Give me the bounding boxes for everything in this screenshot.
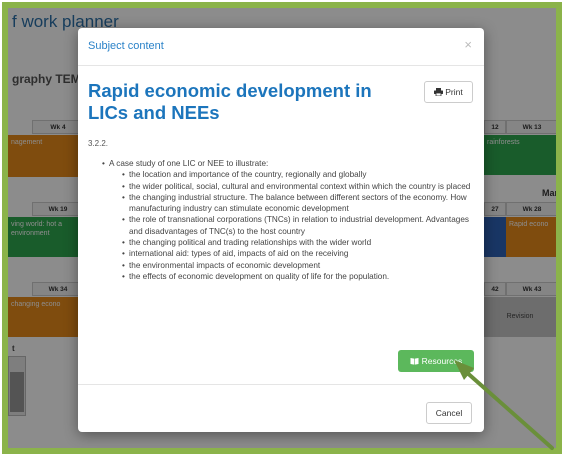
printer-icon	[434, 88, 444, 97]
list-item: the changing industrial structure. The b…	[122, 192, 472, 215]
spec-code: 3.2.2.	[88, 139, 109, 148]
intro-item: A case study of one LIC or NEE to illust…	[102, 158, 472, 170]
print-button[interactable]: Print	[424, 81, 473, 103]
resources-button[interactable]: Resources	[398, 350, 474, 372]
modal-header: Subject content ×	[78, 28, 484, 66]
list-item: the location and importance of the count…	[122, 169, 472, 181]
book-icon	[410, 358, 419, 365]
footer-divider	[78, 384, 484, 385]
sub-list: the location and importance of the count…	[102, 169, 472, 282]
list-item: the wider political, social, cultural an…	[122, 181, 472, 193]
resources-label: Resources	[421, 356, 463, 366]
topic-heading: Rapid economic development in LICs and N…	[88, 80, 372, 123]
subject-content-modal: Subject content × Rapid economic develop…	[78, 28, 484, 432]
close-icon[interactable]: ×	[464, 37, 472, 52]
list-item: international aid: types of aid, impacts…	[122, 248, 472, 260]
list-item: the effects of economic development on q…	[122, 271, 472, 283]
list-item: the changing political and trading relat…	[122, 237, 472, 249]
content-list: A case study of one LIC or NEE to illust…	[102, 158, 472, 283]
intro-text: A case study of one LIC or NEE to illust…	[109, 159, 269, 168]
print-label: Print	[445, 87, 463, 97]
list-item: the role of transnational corporations (…	[122, 214, 472, 237]
list-item: the environmental impacts of economic de…	[122, 260, 472, 272]
cancel-button[interactable]: Cancel	[426, 402, 472, 424]
modal-title: Subject content	[88, 40, 164, 52]
screenshot-frame: f work planner graphy TEM Wk 4 12 Wk 13 …	[2, 2, 562, 454]
